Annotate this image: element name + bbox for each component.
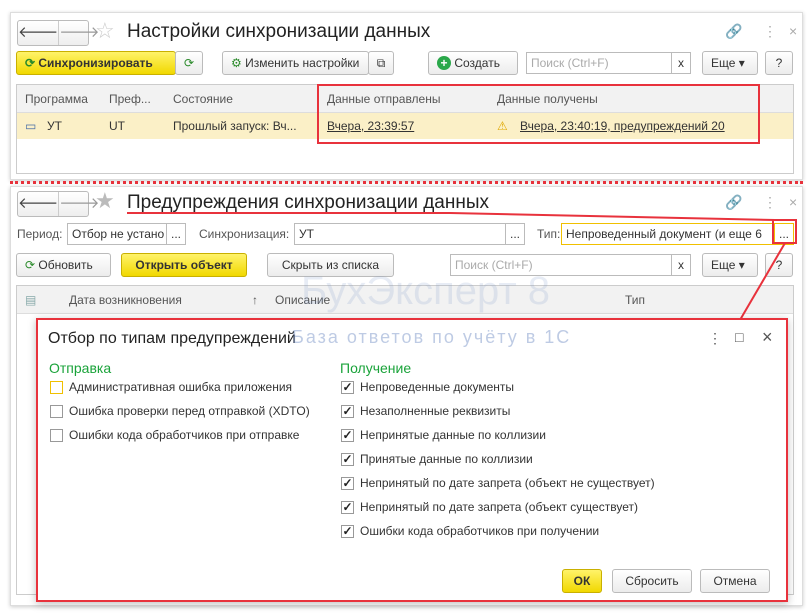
checkmark-icon[interactable]: ✓ xyxy=(341,524,354,538)
receiving-section-title: Получение xyxy=(340,360,412,376)
sending-section-title: Отправка xyxy=(49,360,112,376)
checkmark-icon[interactable]: ✓ xyxy=(341,476,354,490)
highlight-box xyxy=(772,219,797,244)
checkbox-receiving-5[interactable]: ✓ Непринятый по дате запрета (объект суще… xyxy=(341,500,638,514)
checkbox[interactable] xyxy=(50,380,63,394)
dialog-title: Отбор по типам предупреждений xyxy=(48,330,296,347)
checkmark-icon[interactable]: ✓ xyxy=(341,452,354,466)
warning-type-filter-dialog: Отбор по типам предупреждений ⋮ □ × Отпр… xyxy=(36,318,788,602)
checkbox-sending-1[interactable]: Ошибка проверки перед отправкой (XDTO) xyxy=(50,404,310,418)
more-vert-icon[interactable]: ⋮ xyxy=(708,330,722,347)
checkbox[interactable] xyxy=(50,404,63,418)
checkmark-icon[interactable]: ✓ xyxy=(341,500,354,514)
reset-button[interactable]: Сбросить xyxy=(612,569,692,593)
close-icon[interactable]: × xyxy=(762,327,773,348)
checkbox-receiving-6[interactable]: ✓ Ошибки кода обработчиков при получении xyxy=(341,524,599,538)
checkbox-receiving-0[interactable]: ✓ Непроведенные документы xyxy=(341,380,514,394)
checkbox-receiving-2[interactable]: ✓ Непринятые данные по коллизии xyxy=(341,428,546,442)
maximize-icon[interactable]: □ xyxy=(735,329,743,345)
checkbox-receiving-1[interactable]: ✓ Незаполненные реквизиты xyxy=(341,404,510,418)
checkmark-icon[interactable]: ✓ xyxy=(341,404,354,418)
checkbox-sending-2[interactable]: Ошибки кода обработчиков при отправке xyxy=(50,428,299,442)
checkmark-icon[interactable]: ✓ xyxy=(341,428,354,442)
checkmark-icon[interactable]: ✓ xyxy=(341,380,354,394)
checkbox-receiving-3[interactable]: ✓ Принятые данные по коллизии xyxy=(341,452,533,466)
checkbox-sending-0[interactable]: Административная ошибка приложения xyxy=(50,380,292,394)
ok-button[interactable]: ОК xyxy=(562,569,602,593)
checkbox[interactable] xyxy=(50,428,63,442)
checkbox-receiving-4[interactable]: ✓ Непринятый по дате запрета (объект не с… xyxy=(341,476,655,490)
cancel-button[interactable]: Отмена xyxy=(700,569,770,593)
